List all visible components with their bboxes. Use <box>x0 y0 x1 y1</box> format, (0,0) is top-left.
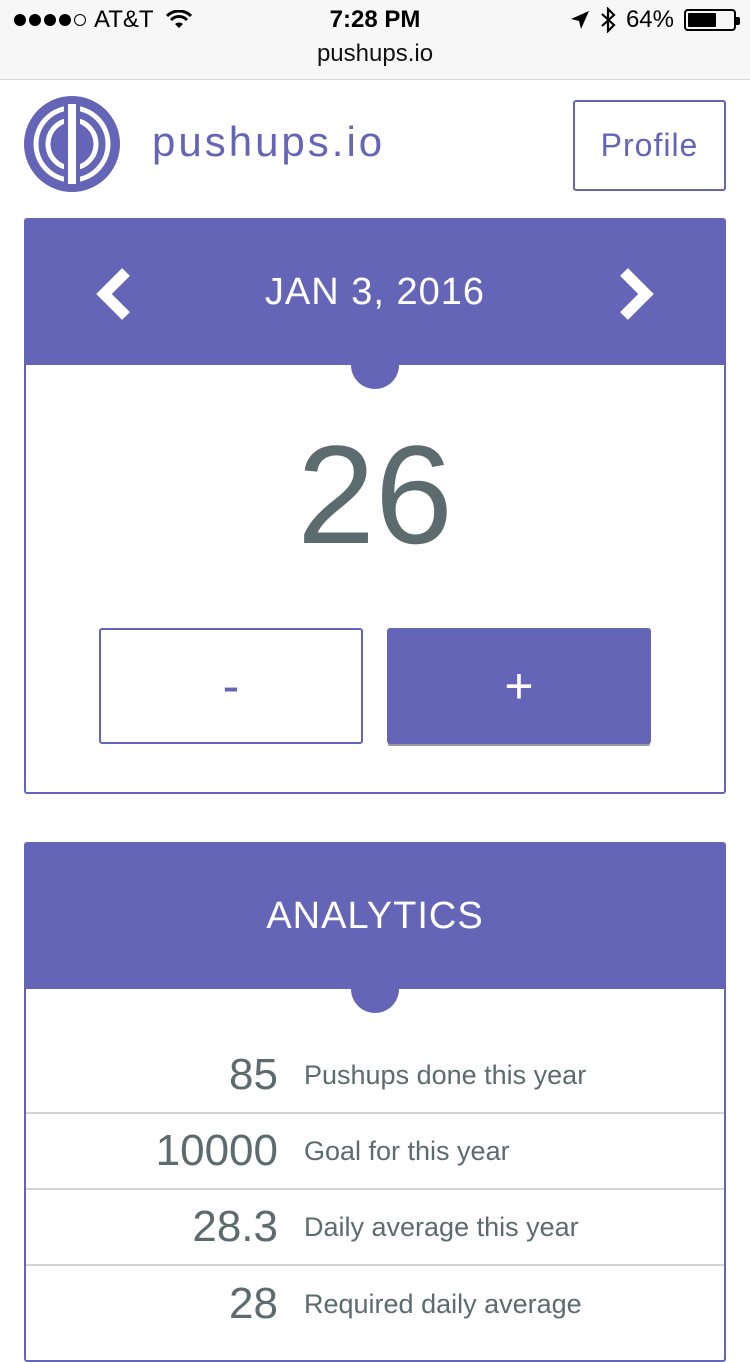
profile-button[interactable]: Profile <box>573 100 726 191</box>
analytics-value: 28 <box>229 1279 278 1328</box>
address-bar-url[interactable]: pushups.io <box>0 40 750 68</box>
battery-icon <box>684 9 740 31</box>
bluetooth-icon <box>601 7 616 33</box>
analytics-value: 85 <box>229 1050 278 1099</box>
current-date: JAN 3, 2016 <box>264 271 486 313</box>
analytics-card: ANALYTICS 85 Pushups done this year 1000… <box>24 842 726 1362</box>
brand-name: pushups.io <box>152 118 386 165</box>
analytics-list: 85 Pushups done this year 10000 Goal for… <box>26 989 724 1342</box>
analytics-label: Goal for this year <box>304 1135 510 1166</box>
analytics-row: 28 Required daily average <box>26 1266 724 1342</box>
app-header: pushups.io Profile <box>0 80 750 210</box>
status-right: 64% <box>570 6 740 34</box>
pushup-count: 26 <box>297 416 453 573</box>
analytics-label: Required daily average <box>304 1288 582 1319</box>
date-header: JAN 3, 2016 <box>26 220 724 389</box>
header-notch <box>351 965 399 1013</box>
analytics-title: ANALYTICS <box>266 895 484 937</box>
location-arrow-icon <box>570 11 589 29</box>
analytics-value: 10000 <box>155 1126 278 1175</box>
analytics-value: 28.3 <box>192 1202 278 1251</box>
analytics-header: ANALYTICS <box>26 844 724 1013</box>
header-notch <box>351 341 399 389</box>
analytics-label: Daily average this year <box>304 1211 579 1242</box>
next-day-icon[interactable] <box>614 268 654 320</box>
battery-percent: 64% <box>625 6 674 33</box>
increment-button[interactable]: + <box>387 628 651 744</box>
analytics-row: 85 Pushups done this year <box>26 1038 724 1114</box>
status-bar: AT&T 7:28 PM 64% pushups.io <box>0 0 750 80</box>
pushups-logo-icon <box>24 96 120 192</box>
decrement-button[interactable]: - <box>99 628 363 744</box>
analytics-row: 28.3 Daily average this year <box>26 1190 724 1266</box>
analytics-label: Pushups done this year <box>304 1059 587 1090</box>
analytics-row: 10000 Goal for this year <box>26 1114 724 1190</box>
previous-day-icon[interactable] <box>96 268 136 320</box>
counter-card: JAN 3, 2016 26 - + <box>24 218 726 794</box>
